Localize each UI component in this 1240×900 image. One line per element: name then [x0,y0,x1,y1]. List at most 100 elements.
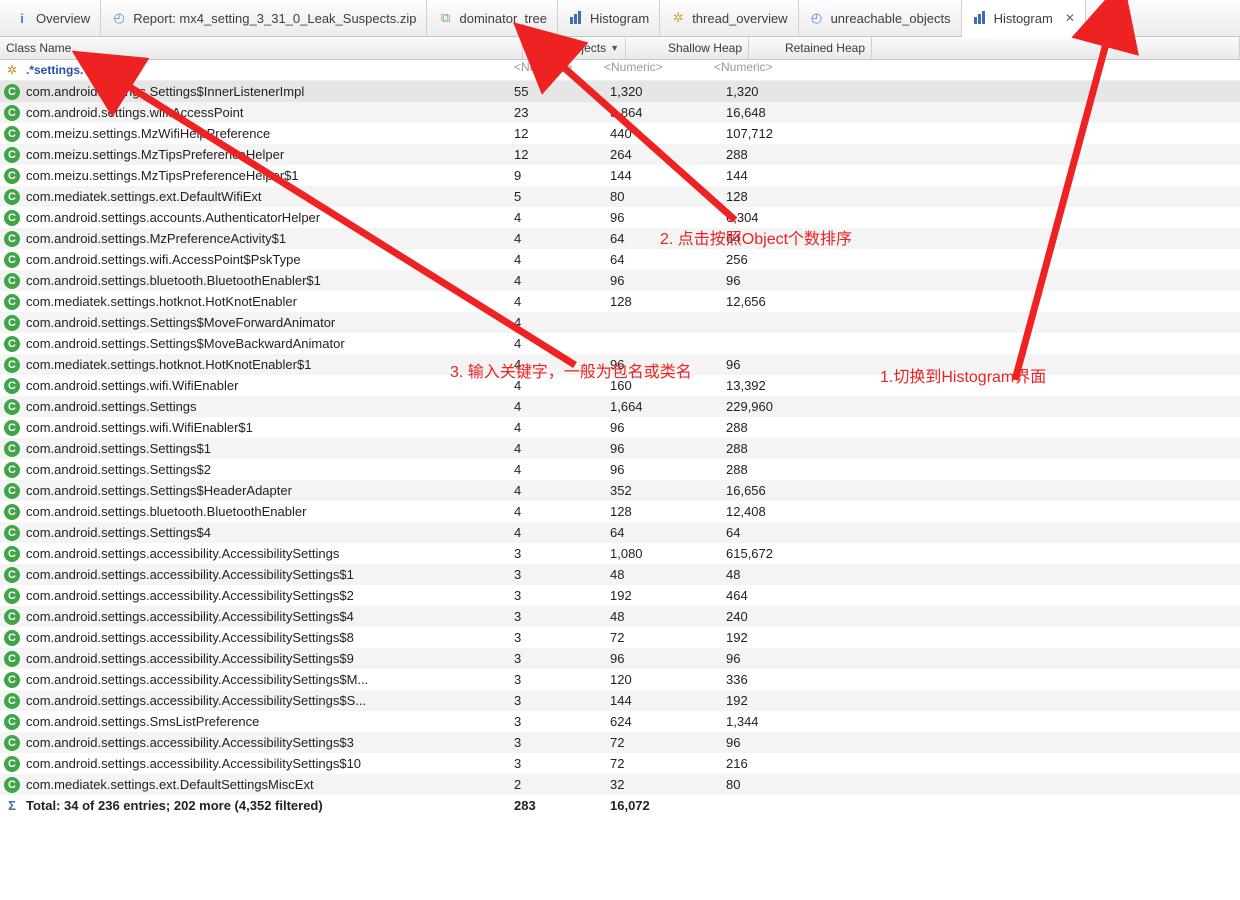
objects-cell: 3 [514,714,610,729]
tab-overview[interactable]: iOverview [4,0,101,36]
table-row[interactable]: Ccom.mediatek.settings.ext.DefaultSettin… [0,774,1240,795]
class-icon: C [4,651,20,667]
objects-cell: 4 [514,315,610,330]
table-row[interactable]: Ccom.mediatek.settings.hotknot.HotKnotEn… [0,291,1240,312]
tab-thread-overview[interactable]: ✲thread_overview [660,0,798,36]
retained-heap-cell: 12,408 [726,504,842,519]
table-row[interactable]: Ccom.android.settings.Settings$1496288 [0,438,1240,459]
table-row[interactable]: Ccom.android.settings.Settings41,664229,… [0,396,1240,417]
table-row[interactable]: Ccom.android.settings.wifi.WifiEnabler$1… [0,417,1240,438]
table-row[interactable]: Ccom.android.settings.bluetooth.Bluetoot… [0,501,1240,522]
class-icon: C [4,756,20,772]
class-name-cell: com.android.settings.accessibility.Acces… [26,735,354,750]
tab-label: unreachable_objects [831,11,951,26]
table-row[interactable]: Ccom.android.settings.Settings$446464 [0,522,1240,543]
table-row[interactable]: Ccom.android.settings.accessibility.Acce… [0,606,1240,627]
class-name-cell: com.android.settings.accessibility.Acces… [26,672,368,687]
class-icon: C [4,693,20,709]
table-row[interactable]: Ccom.mediatek.settings.hotknot.HotKnotEn… [0,354,1240,375]
col-header-shallow-heap[interactable]: Shallow Heap [626,37,749,59]
table-total-row: ΣTotal: 34 of 236 entries; 202 more (4,3… [0,795,1240,816]
table-row[interactable]: Ccom.android.settings.Settings$HeaderAda… [0,480,1240,501]
retained-heap-cell: 336 [726,672,842,687]
bar-icon [972,10,988,26]
table-row[interactable]: Ccom.android.settings.accessibility.Acce… [0,543,1240,564]
table-row[interactable]: Ccom.android.settings.accessibility.Acce… [0,648,1240,669]
retained-heap-cell: 615,672 [726,546,842,561]
class-name-cell: com.mediatek.settings.ext.DefaultWifiExt [26,189,262,204]
class-name-cell: com.android.settings.accessibility.Acces… [26,609,354,624]
table-row[interactable]: Ccom.android.settings.wifi.WifiEnabler41… [0,375,1240,396]
table-row[interactable]: Ccom.android.settings.accessibility.Acce… [0,753,1240,774]
objects-cell: 3 [514,756,610,771]
shallow-heap-cell: 144 [610,693,726,708]
class-icon: C [4,483,20,499]
table-row[interactable]: Ccom.android.settings.Settings$MoveForwa… [0,312,1240,333]
close-icon[interactable]: ✕ [1065,11,1075,25]
col-header-retained-heap[interactable]: Retained Heap [749,37,872,59]
histogram-filter-row: ✲ .*settings.* <Numeric> <Numeric> <Nume… [0,60,1240,81]
table-row[interactable]: Ccom.mediatek.settings.ext.DefaultWifiEx… [0,186,1240,207]
class-name-cell: com.meizu.settings.MzTipsPreferenceHelpe… [26,168,299,183]
tab-dominator-tree[interactable]: ⧉dominator_tree [427,0,557,36]
objects-cell: 4 [514,357,610,372]
table-row[interactable]: Ccom.android.settings.Settings$2496288 [0,459,1240,480]
class-name-cell: com.android.settings.Settings$2 [26,462,211,477]
shallow-heap-cell: 64 [610,231,726,246]
table-row[interactable]: Ccom.android.settings.accessibility.Acce… [0,690,1240,711]
table-row[interactable]: Ccom.android.settings.wifi.AccessPoint23… [0,102,1240,123]
class-icon: C [4,378,20,394]
objects-cell: 3 [514,672,610,687]
class-name-cell: com.android.settings.wifi.AccessPoint [26,105,243,120]
shallow-heap-cell: 440 [610,126,726,141]
table-row[interactable]: Ccom.android.settings.accessibility.Acce… [0,564,1240,585]
table-row[interactable]: Ccom.android.settings.MzPreferenceActivi… [0,228,1240,249]
table-row[interactable]: Ccom.android.settings.accessibility.Acce… [0,669,1240,690]
objects-cell: 4 [514,483,610,498]
total-label: Total: 34 of 236 entries; 202 more (4,35… [26,798,323,813]
col-header-objects[interactable]: Objects ▼ [523,37,626,59]
table-row[interactable]: Ccom.android.settings.accessibility.Acce… [0,585,1240,606]
class-icon: C [4,609,20,625]
shallow-heap-cell: 264 [610,147,726,162]
class-name-cell: com.android.settings.MzPreferenceActivit… [26,231,286,246]
class-icon: C [4,105,20,121]
retained-heap-cell: 288 [726,441,842,456]
table-row[interactable]: Ccom.meizu.settings.MzWifiHelpPreference… [0,123,1240,144]
table-row[interactable]: Ccom.android.settings.wifi.AccessPoint$P… [0,249,1240,270]
table-row[interactable]: Ccom.android.settings.SmsListPreference3… [0,711,1240,732]
shallow-heap-cell: 32 [610,777,726,792]
table-row[interactable]: Ccom.android.settings.accessibility.Acce… [0,627,1240,648]
regex-filter-icon: ✲ [4,62,20,78]
shallow-heap-cell: 1,664 [610,399,726,414]
table-row[interactable]: Ccom.meizu.settings.MzTipsPreferenceHelp… [0,165,1240,186]
retained-heap-cell: 16,648 [726,105,842,120]
table-row[interactable]: Ccom.android.settings.accessibility.Acce… [0,732,1240,753]
class-name-cell: com.android.settings.Settings$InnerListe… [26,84,304,99]
table-row[interactable]: Ccom.meizu.settings.MzTipsPreferenceHelp… [0,144,1240,165]
retained-heap-cell: 144 [726,168,842,183]
regex-filter-input[interactable]: .*settings.* [26,63,88,77]
retained-heap-cell: 256 [726,252,842,267]
tab-histogram[interactable]: Histogram✕ [962,0,1086,37]
histogram-column-header: Class Name Objects ▼ Shallow Heap Retain… [0,37,1240,60]
shallow-heap-cell: 160 [610,378,726,393]
tab-unreachable-objects[interactable]: ◴unreachable_objects [799,0,962,36]
table-row[interactable]: Ccom.android.settings.Settings$MoveBackw… [0,333,1240,354]
shallow-heap-cell: 120 [610,672,726,687]
col-header-classname[interactable]: Class Name [0,37,523,59]
class-name-cell: com.android.settings.Settings$4 [26,525,211,540]
retained-heap-cell: 216 [726,756,842,771]
table-row[interactable]: Ccom.android.settings.bluetooth.Bluetoot… [0,270,1240,291]
shallow-heap-cell: 80 [610,189,726,204]
objects-cell: 4 [514,273,610,288]
table-row[interactable]: Ccom.android.settings.Settings$InnerList… [0,81,1240,102]
tab-report-mx4-setting-3-31-0-leak-suspects-zip[interactable]: ◴Report: mx4_setting_3_31_0_Leak_Suspect… [101,0,427,36]
retained-heap-cell: 64 [726,231,842,246]
shallow-heap-cell: 64 [610,252,726,267]
numeric-hint-objects: <Numeric> [514,60,579,74]
table-row[interactable]: Ccom.android.settings.accounts.Authentic… [0,207,1240,228]
objects-cell: 12 [514,147,610,162]
tab-histogram[interactable]: Histogram [558,0,660,36]
retained-heap-cell: 16,656 [726,483,842,498]
